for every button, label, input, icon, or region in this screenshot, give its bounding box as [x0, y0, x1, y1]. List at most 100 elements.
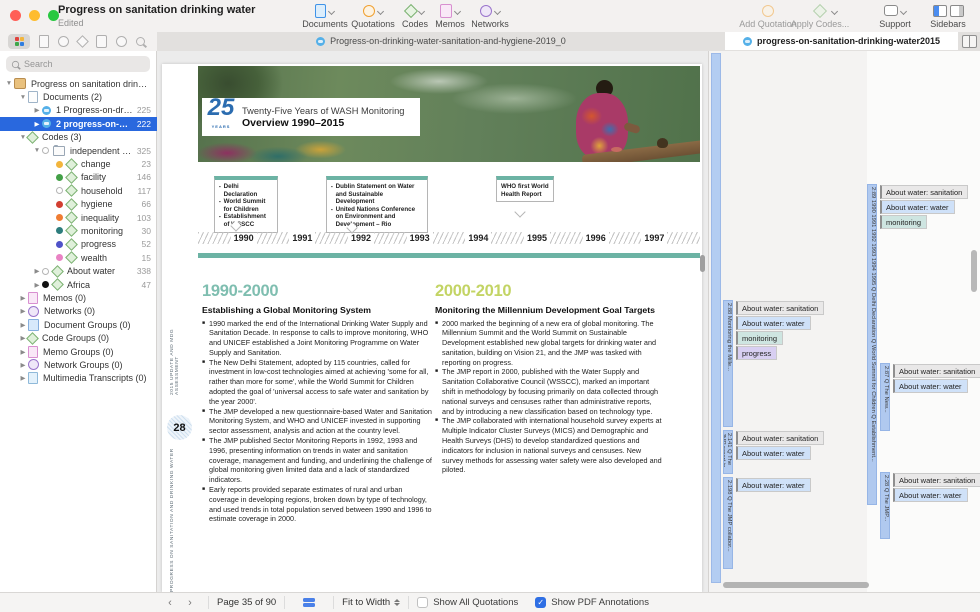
project-explorer-sidebar: Search ▼Progress on sanitation drinking …: [0, 51, 157, 592]
tree-item[interactable]: ▼independent codes325: [0, 144, 157, 157]
page-layout-icon[interactable]: [303, 598, 315, 607]
chevron-right-icon[interactable]: ▶: [32, 281, 42, 289]
page-indicator[interactable]: Page 35 of 90: [217, 597, 276, 608]
code-label[interactable]: progress: [736, 346, 777, 360]
pdf-page[interactable]: 25 YEARS Twenty-Five Years of WASH Monit…: [162, 64, 702, 592]
tree-item[interactable]: ▶Africa47: [0, 278, 157, 291]
chevron-down-icon[interactable]: [832, 8, 838, 14]
chevron-right-icon[interactable]: ▶: [18, 294, 28, 302]
show-pdf-annotations-checkbox[interactable]: ✓: [535, 597, 546, 608]
memos-navigator-icon[interactable]: [96, 35, 107, 48]
chevron-down-icon[interactable]: ▼: [4, 80, 14, 87]
timeline-year-label: 1996: [586, 233, 606, 243]
chevron-right-icon[interactable]: ▶: [18, 321, 28, 329]
chevron-down-icon[interactable]: [329, 8, 335, 14]
document-scrollbar[interactable]: [700, 255, 705, 272]
chevron-right-icon[interactable]: ▶: [18, 307, 28, 315]
toolbar-apply-codes-chevron[interactable]: [825, 3, 845, 18]
next-page-button[interactable]: ›: [180, 597, 200, 609]
code-label[interactable]: About water: sanitation: [893, 473, 980, 487]
search-icon[interactable]: [136, 37, 145, 46]
code-label[interactable]: About water: sanitation: [736, 431, 824, 445]
code-label[interactable]: About water: water: [736, 446, 811, 460]
chevron-down-icon[interactable]: ▼: [18, 94, 28, 101]
stepper-icon[interactable]: [394, 599, 400, 606]
tree-item[interactable]: ▶About water338: [0, 264, 157, 277]
tab-document-2-active[interactable]: progress-on-sanitation-drinking-water201…: [725, 32, 958, 50]
search-input[interactable]: Search: [6, 56, 150, 72]
code-label[interactable]: About water: water: [893, 379, 968, 393]
quotation-bar[interactable]: 2:88 Monitoring the Mille...: [723, 300, 733, 427]
split-editor-button[interactable]: [962, 35, 977, 48]
chevron-right-icon[interactable]: ▶: [18, 348, 28, 356]
tree-item[interactable]: ▶facility146: [0, 171, 157, 184]
networks-navigator-icon[interactable]: [116, 36, 127, 47]
code-label[interactable]: About water: water: [736, 478, 811, 492]
quotation-bar[interactable]: 2:28 Q The JMP...: [880, 472, 890, 539]
sidebar-right-icon[interactable]: [950, 5, 964, 17]
quotation-bar[interactable]: 2:89 1990 1991 1992 1993 1994 1995 Q Del…: [867, 184, 877, 505]
show-all-quotations-checkbox[interactable]: [417, 597, 428, 608]
code-label[interactable]: About water: sanitation: [736, 301, 824, 315]
tree-item[interactable]: ▶Network Groups (0): [0, 358, 157, 371]
doc-icon: [28, 91, 38, 103]
tree-item[interactable]: ▶Code Groups (0): [0, 331, 157, 344]
close-icon[interactable]: [10, 10, 21, 21]
timeline-hatch: [433, 232, 466, 244]
code-label[interactable]: About water: water: [880, 200, 955, 214]
chevron-right-icon[interactable]: ▶: [18, 361, 28, 369]
tree-item-count: 103: [137, 213, 151, 223]
chevron-down-icon[interactable]: ▼: [32, 147, 42, 154]
tab-document-1[interactable]: Progress-on-drinking-water-sanitation-an…: [157, 32, 726, 50]
tree-item[interactable]: ▼Codes (3): [0, 131, 157, 144]
quotations-navigator-icon[interactable]: [58, 36, 69, 47]
tree-item-label: change: [81, 159, 138, 169]
margin-horizontal-scrollbar[interactable]: [723, 582, 869, 588]
quotation-bar[interactable]: 2:87 Q The New...: [880, 363, 890, 431]
tree-item[interactable]: ▶wealth15: [0, 251, 157, 264]
window-scrollbar[interactable]: [971, 250, 977, 292]
toolbar-sidebars[interactable]: Sidebars: [913, 3, 980, 29]
tree-item[interactable]: ▶inequality103: [0, 211, 157, 224]
code-label[interactable]: About water: sanitation: [880, 185, 968, 199]
code-label[interactable]: About water: water: [893, 488, 968, 502]
tree-item[interactable]: ▼Progress on sanitation drinking wa...: [0, 77, 157, 90]
quotation-bar[interactable]: 2:141 Q The JMP report in...: [723, 430, 733, 474]
tree-item[interactable]: ▶Document Groups (0): [0, 318, 157, 331]
codes-navigator-icon[interactable]: [76, 35, 89, 48]
sidebar-left-icon[interactable]: [933, 5, 947, 17]
tree-item[interactable]: ▶Multimedia Transcripts (0): [0, 372, 157, 385]
chevron-right-icon[interactable]: ▶: [18, 374, 28, 382]
tree-item[interactable]: ▶Memo Groups (0): [0, 345, 157, 358]
page-quotation-bar[interactable]: [711, 53, 721, 583]
search-placeholder: Search: [24, 59, 53, 69]
tree-item[interactable]: ▼Documents (2): [0, 90, 157, 103]
code-label[interactable]: monitoring: [880, 215, 927, 229]
tree-item[interactable]: ▶Memos (0): [0, 291, 157, 304]
tree-item[interactable]: ▶Networks (0): [0, 305, 157, 318]
chevron-right-icon[interactable]: ▶: [32, 267, 42, 275]
chevron-down-icon[interactable]: [901, 8, 907, 14]
traffic-lights[interactable]: [10, 10, 59, 21]
tree-item[interactable]: ▶change23: [0, 157, 157, 170]
minimize-icon[interactable]: [29, 10, 40, 21]
toolbar-networks[interactable]: Networks: [455, 3, 525, 29]
tree-item[interactable]: ▶household117: [0, 184, 157, 197]
documents-navigator-icon[interactable]: [39, 35, 49, 48]
quotation-bar[interactable]: 2:198 Q The JMP collabor...: [723, 477, 733, 569]
chevron-right-icon[interactable]: ▶: [32, 120, 42, 128]
tree-item[interactable]: ▶hygiene66: [0, 198, 157, 211]
zoom-mode-select[interactable]: Fit to Width: [342, 597, 390, 608]
tree-item-count: 117: [137, 186, 151, 196]
tree-item[interactable]: ▶monitoring30: [0, 224, 157, 237]
tree-item[interactable]: ▶1 Progress-on-drinking-...225: [0, 104, 157, 117]
code-label[interactable]: About water: water: [736, 316, 811, 330]
prev-page-button[interactable]: ‹: [160, 597, 180, 609]
code-label[interactable]: monitoring: [736, 331, 783, 345]
tree-item[interactable]: ▶progress52: [0, 238, 157, 251]
chevron-right-icon[interactable]: ▶: [32, 106, 42, 114]
project-explorer-button[interactable]: [8, 34, 30, 49]
chevron-down-icon[interactable]: [495, 8, 501, 14]
code-label[interactable]: About water: sanitation: [893, 364, 980, 378]
tree-item[interactable]: ▶2 progress-on-sanitatio...222: [0, 117, 157, 130]
